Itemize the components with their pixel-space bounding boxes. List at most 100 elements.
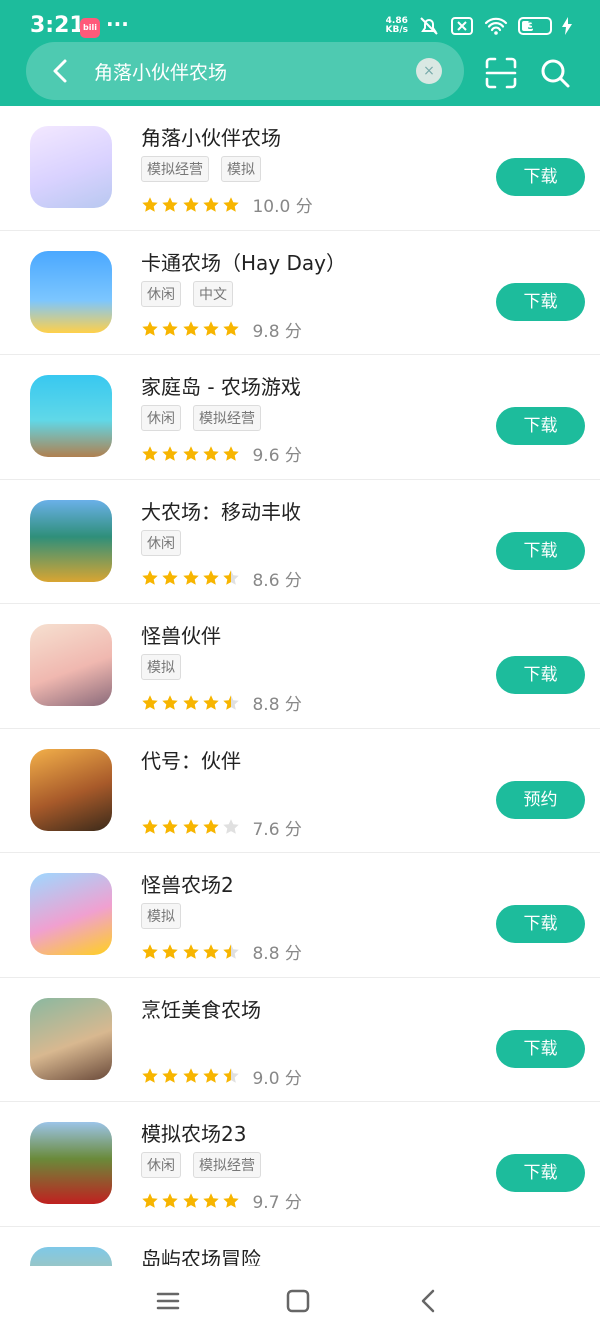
star-icon xyxy=(161,569,179,587)
app-tags: 模拟 xyxy=(141,654,181,680)
clear-search-button[interactable]: × xyxy=(416,58,442,84)
app-score: 9.7 分 xyxy=(252,1193,302,1213)
download-button[interactable]: 下载 xyxy=(496,407,585,445)
app-score: 9.6 分 xyxy=(252,446,302,466)
app-name: 怪兽伙伴 xyxy=(141,624,221,648)
battery-level: 38 xyxy=(527,19,543,32)
star-icon xyxy=(222,569,240,587)
app-rating: 9.7 分 xyxy=(141,1188,302,1213)
app-result-item[interactable]: 代号：伙伴 7.6 分 预约 xyxy=(0,729,600,853)
app-icon[interactable] xyxy=(30,126,112,208)
star-icon xyxy=(182,818,200,836)
search-results-list: 角落小伙伴农场 模拟经营 模拟 10.0 分下载 卡通农场（Hay Day） 休闲 中文 9.… xyxy=(0,106,600,1266)
app-result-item[interactable]: 怪兽农场2 模拟 8.8 分 下载 xyxy=(0,853,600,978)
back-icon[interactable] xyxy=(414,1286,444,1316)
reserve-button[interactable]: 预约 xyxy=(496,780,585,819)
app-icon[interactable] xyxy=(30,624,112,706)
app-score: 7.6 分 xyxy=(252,819,302,840)
app-score: 9.8 分 xyxy=(252,321,302,342)
star-icon xyxy=(202,1192,220,1210)
app-tags: 休闲 中文 xyxy=(141,280,233,307)
search-input[interactable]: 角落小伙伴农场 xyxy=(94,58,227,85)
home-icon[interactable] xyxy=(283,1286,313,1316)
app-score: 8.8 分 xyxy=(252,944,302,964)
app-rating: 7.6 分 xyxy=(141,815,302,840)
download-button[interactable]: 下载 xyxy=(496,905,585,943)
app-name: 大农场：移动丰收 xyxy=(141,499,301,524)
download-button[interactable]: 下载 xyxy=(496,656,585,694)
app-result-item[interactable]: 角落小伙伴农场 模拟经营 模拟 10.0 分 下载 xyxy=(0,106,600,231)
app-icon[interactable] xyxy=(30,499,112,582)
star-icon xyxy=(161,818,179,836)
menu-icon[interactable] xyxy=(153,1286,183,1316)
app-result-item[interactable]: 模拟农场23 休闲 模拟经营 9.7 分 下载 xyxy=(0,1102,600,1227)
net-speed-unit: KB/s xyxy=(385,25,408,35)
star-icon xyxy=(161,320,179,338)
app-result-item[interactable]: 大农场：移动丰收 休闲 8.6 分 下载 xyxy=(0,480,600,604)
star-icon xyxy=(202,943,220,961)
app-result-item[interactable]: 怪兽伙伴模拟 8.8 分 下载 xyxy=(0,604,600,729)
star-icon xyxy=(141,320,159,338)
app-result-item[interactable]: 岛屿农场冒险 xyxy=(0,1227,600,1266)
app-icon[interactable] xyxy=(30,1246,112,1266)
download-button[interactable]: 下载 xyxy=(496,1154,585,1192)
app-tag: 休闲 xyxy=(141,280,181,307)
app-tag: 休闲 xyxy=(141,1152,181,1178)
app-tag: 模拟 xyxy=(221,156,261,182)
app-name: 家庭岛 - 农场游戏 xyxy=(141,375,301,399)
app-tags: 休闲 模拟经营 xyxy=(141,405,261,431)
star-icon xyxy=(161,943,179,961)
star-icon xyxy=(161,445,179,463)
app-icon[interactable] xyxy=(30,1122,112,1204)
star-icon xyxy=(182,943,200,961)
app-icon[interactable] xyxy=(30,997,112,1080)
star-icon xyxy=(202,694,220,712)
app-tags: 模拟经营 模拟 xyxy=(141,156,261,182)
download-button[interactable]: 下载 xyxy=(496,1029,585,1068)
more-notifications-icon: ··· xyxy=(106,12,129,36)
star-icon xyxy=(161,694,179,712)
app-rating: 8.6 分 xyxy=(141,566,302,591)
app-result-item[interactable]: 卡通农场（Hay Day） 休闲 中文 9.8 分 下载 xyxy=(0,231,600,355)
app-rating: 8.8 分 xyxy=(141,690,302,715)
app-tags: 休闲 xyxy=(141,529,181,556)
app-rating: 10.0 分 xyxy=(141,192,313,217)
app-score: 8.8 分 xyxy=(252,695,302,715)
app-rating: 9.6 分 xyxy=(141,441,302,466)
search-icon[interactable] xyxy=(538,56,572,90)
app-result-item[interactable]: 烹饪美食农场 9.0 分 下载 xyxy=(0,978,600,1102)
back-arrow-icon[interactable] xyxy=(42,52,80,90)
search-bar[interactable]: 角落小伙伴农场 × xyxy=(26,42,464,100)
app-icon[interactable] xyxy=(30,873,112,955)
star-icon xyxy=(161,196,179,214)
download-button[interactable]: 下载 xyxy=(496,282,585,321)
app-name: 角落小伙伴农场 xyxy=(141,126,281,150)
star-icon xyxy=(141,943,159,961)
download-button[interactable]: 下载 xyxy=(496,158,585,196)
app-tag: 模拟 xyxy=(141,903,181,929)
app-rating: 9.8 分 xyxy=(141,317,302,342)
status-bar: 3:21 bili ··· 4.86 KB/s 38 xyxy=(0,0,600,40)
star-icon xyxy=(141,818,159,836)
scan-icon[interactable] xyxy=(484,56,518,90)
app-icon[interactable] xyxy=(30,250,112,333)
app-score: 8.6 分 xyxy=(252,570,302,591)
app-icon[interactable] xyxy=(30,375,112,457)
star-icon xyxy=(182,196,200,214)
star-icon xyxy=(222,943,240,961)
app-name: 烹饪美食农场 xyxy=(141,997,261,1022)
app-result-item[interactable]: 家庭岛 - 农场游戏 休闲 模拟经营 9.6 分 下载 xyxy=(0,355,600,480)
star-icon xyxy=(182,320,200,338)
app-name: 卡通农场（Hay Day） xyxy=(141,250,346,275)
app-tag: 模拟经营 xyxy=(141,156,209,182)
app-tag: 休闲 xyxy=(141,529,181,556)
star-icon xyxy=(202,320,220,338)
app-tags: 模拟 xyxy=(141,903,181,929)
app-tags: 休闲 模拟经营 xyxy=(141,1152,261,1178)
star-icon xyxy=(141,196,159,214)
star-icon xyxy=(202,1067,220,1085)
download-button[interactable]: 下载 xyxy=(496,531,585,570)
app-tag: 模拟经营 xyxy=(193,405,261,431)
app-icon[interactable] xyxy=(30,748,112,831)
mute-bell-icon xyxy=(420,17,438,35)
